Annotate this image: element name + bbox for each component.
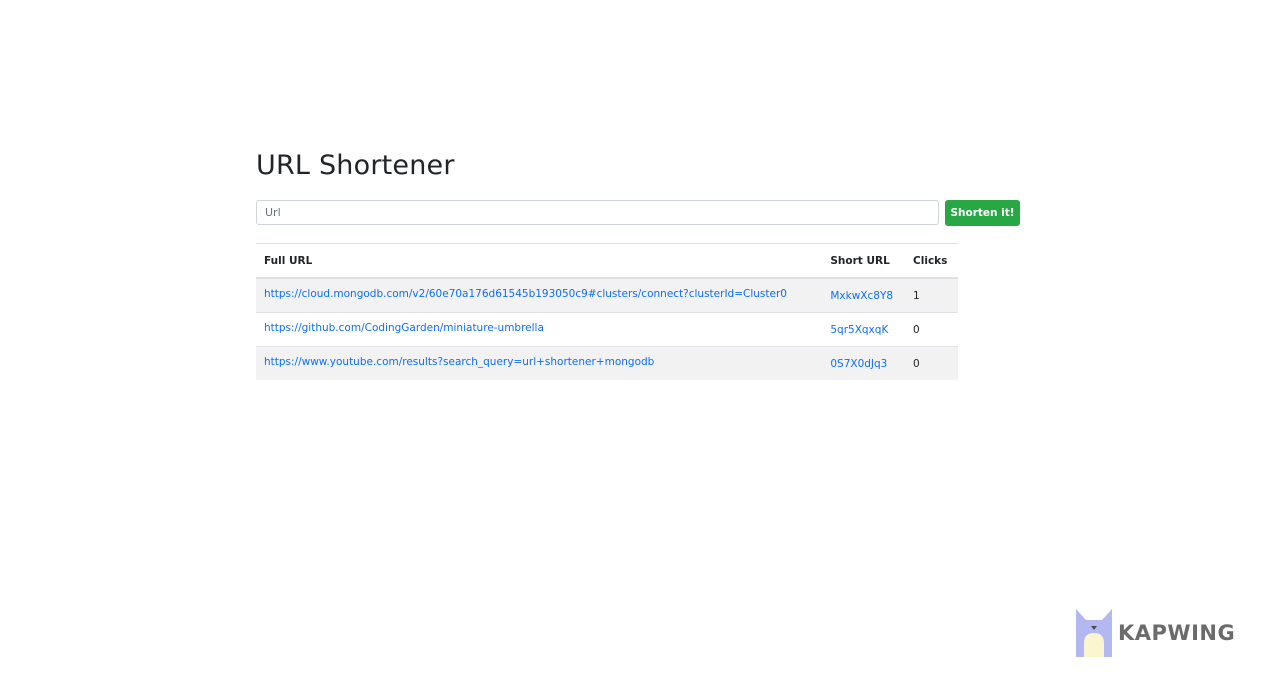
table-row: https://cloud.mongodb.com/v2/60e70a176d6… <box>256 277 958 313</box>
short-url-link[interactable]: 0S7X0dJq3 <box>830 358 887 370</box>
shorten-button[interactable]: Shorten it! <box>945 200 1020 226</box>
clicks-cell: 0 <box>905 312 958 347</box>
full-url-cell: https://github.com/CodingGarden/miniatur… <box>256 312 823 347</box>
full-url-link[interactable]: https://github.com/CodingGarden/miniatur… <box>264 322 544 334</box>
header-clicks: Clicks <box>905 243 958 279</box>
watermark-text: KAPWING <box>1118 621 1236 645</box>
full-url-link[interactable]: https://www.youtube.com/results?search_q… <box>264 356 654 368</box>
short-url-link[interactable]: MxkwXc8Y8 <box>830 290 893 302</box>
main-container: URL Shortener Shorten it! Full URL Short… <box>256 148 1021 380</box>
header-full-url: Full URL <box>256 243 823 279</box>
short-url-cell: 5qr5XqxqK <box>822 312 906 347</box>
url-input[interactable] <box>256 200 939 225</box>
header-short-url: Short URL <box>822 243 906 279</box>
short-url-cell: 0S7X0dJq3 <box>822 346 906 380</box>
page: URL Shortener Shorten it! Full URL Short… <box>0 0 1280 677</box>
short-url-cell: MxkwXc8Y8 <box>822 277 906 313</box>
page-title: URL Shortener <box>256 150 455 181</box>
table-row: https://github.com/CodingGarden/miniatur… <box>256 312 958 347</box>
table-row: https://www.youtube.com/results?search_q… <box>256 346 958 380</box>
shorten-form: Shorten it! <box>256 200 1021 227</box>
full-url-cell: https://cloud.mongodb.com/v2/60e70a176d6… <box>256 277 823 313</box>
clicks-cell: 1 <box>905 277 958 313</box>
full-url-link[interactable]: https://cloud.mongodb.com/v2/60e70a176d6… <box>264 288 787 300</box>
kapwing-cat-icon <box>1076 609 1112 657</box>
urls-table: Full URL Short URL Clicks https://cloud.… <box>256 243 958 380</box>
table-header-row: Full URL Short URL Clicks <box>256 243 958 279</box>
full-url-cell: https://www.youtube.com/results?search_q… <box>256 346 823 380</box>
short-url-link[interactable]: 5qr5XqxqK <box>830 324 888 336</box>
kapwing-watermark: KAPWING <box>1076 609 1246 657</box>
clicks-cell: 0 <box>905 346 958 380</box>
